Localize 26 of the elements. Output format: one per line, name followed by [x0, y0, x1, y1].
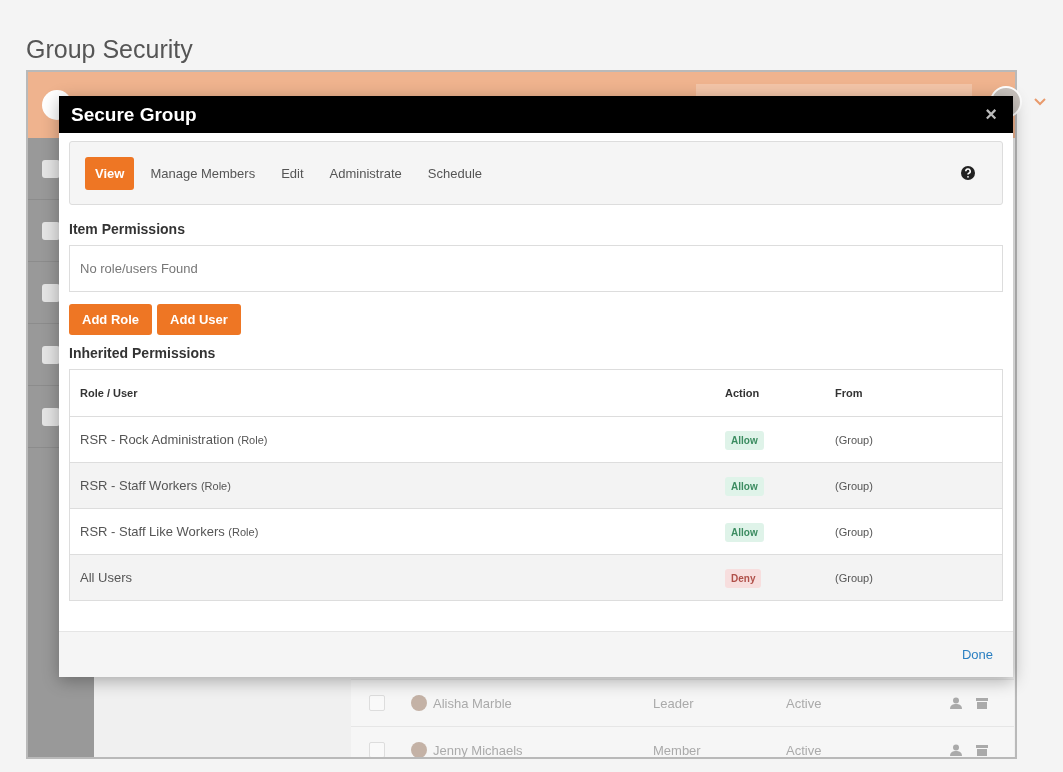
column-header: Role / User — [69, 369, 715, 417]
page-title: Group Security — [26, 34, 194, 64]
role-name: RSR - Staff Like Workers (Role) — [80, 524, 259, 539]
source-text: (Group) — [835, 572, 873, 584]
role-name: RSR - Staff Workers (Role) — [80, 478, 231, 493]
action-label: Deny — [725, 569, 762, 588]
role-name: All Users — [80, 570, 132, 585]
section-heading: Inherited Permissions — [69, 345, 217, 361]
column-header: From — [825, 369, 1003, 417]
member-role: Member — [653, 742, 702, 757]
member-role: Leader — [653, 695, 695, 711]
section-heading: Item Permissions — [69, 221, 186, 237]
member-name: Alisha Marble — [433, 695, 513, 711]
action-label: Allow — [725, 431, 764, 450]
role-name: RSR - Rock Administration (Role) — [80, 432, 268, 447]
modal-title: Secure Group — [71, 103, 197, 126]
member-status: Active — [786, 742, 823, 757]
column-header: Action — [715, 369, 825, 417]
member-status: Active — [786, 695, 823, 711]
empty-message: No role/users Found — [69, 245, 1003, 292]
member-name: Jenny Michaels — [433, 742, 524, 757]
action-label: Allow — [725, 523, 764, 542]
source-text: (Group) — [835, 526, 873, 538]
action-label: Allow — [725, 477, 764, 496]
source-text: (Group) — [835, 434, 873, 446]
source-text: (Group) — [835, 480, 873, 492]
